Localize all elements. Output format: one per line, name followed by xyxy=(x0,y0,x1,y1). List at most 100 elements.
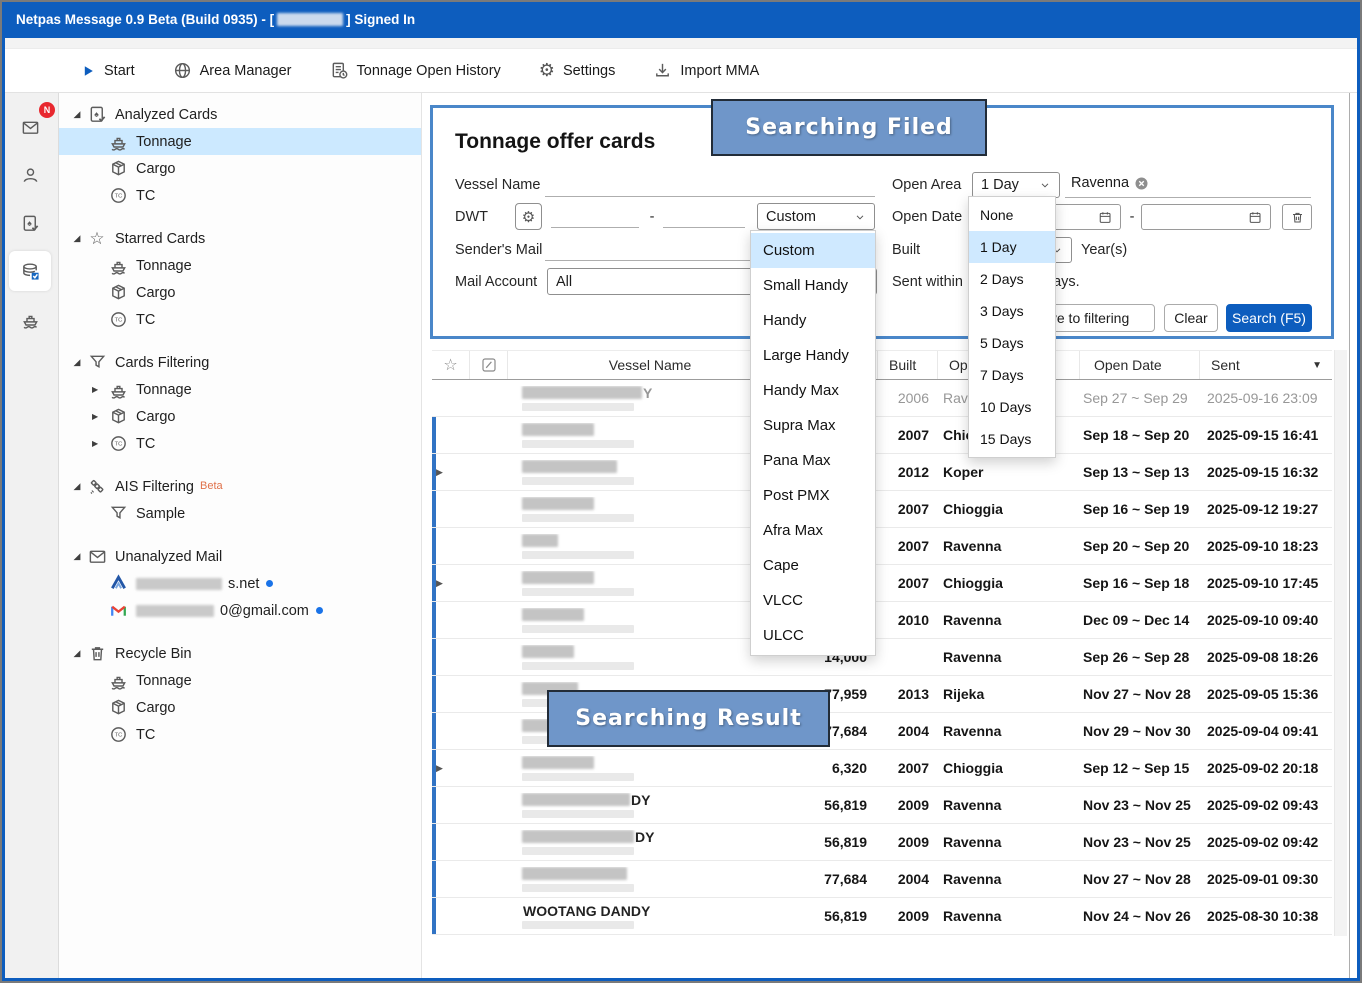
sidebar-item-cargo[interactable]: Cargo xyxy=(59,694,421,721)
rail-item-person[interactable] xyxy=(9,155,51,195)
table-row[interactable]: 2007ChioggiaSep 18 ~ Sep 202025-09-15 16… xyxy=(432,417,1332,454)
collapsed-triangle-icon[interactable]: ▶ xyxy=(89,439,106,448)
clear-button[interactable]: Clear xyxy=(1164,304,1218,332)
sidebar-item-tonnage[interactable]: Tonnage xyxy=(59,128,421,155)
vessel-size-option-handy-max[interactable]: Handy Max xyxy=(751,373,875,408)
dwt-cell: 56,819 xyxy=(792,908,877,924)
column-header-date[interactable]: Open Date xyxy=(1079,351,1199,379)
row-expand-icon[interactable]: ▶ xyxy=(432,467,469,478)
vessel-size-option-supra-max[interactable]: Supra Max xyxy=(751,408,875,443)
table-row[interactable]: 14,000RavennaSep 26 ~ Sep 282025-09-08 1… xyxy=(432,639,1332,676)
row-expand-icon[interactable]: ▶ xyxy=(432,578,469,589)
row-expand-icon[interactable]: ▶ xyxy=(432,763,469,774)
table-row[interactable]: ▶2012KoperSep 13 ~ Sep 132025-09-15 16:3… xyxy=(432,454,1332,491)
open-area-range-option-1-day[interactable]: 1 Day xyxy=(969,231,1055,263)
sidebar-group-unanalyzed-mail[interactable]: ◢Unanalyzed Mail xyxy=(59,543,421,570)
funnel-icon xyxy=(109,504,128,523)
vessel-size-select[interactable]: Custom xyxy=(757,203,875,230)
vessel-size-option-cape[interactable]: Cape xyxy=(751,548,875,583)
sidebar-group-analyzed-cards[interactable]: ◢♠Analyzed Cards xyxy=(59,101,421,128)
table-row[interactable]: DY56,8192009RavennaNov 23 ~ Nov 252025-0… xyxy=(432,824,1332,861)
sidebar-item-tc[interactable]: ▶TCTC xyxy=(59,430,421,457)
sidebar-group-ais-filtering[interactable]: ◢AIS FilteringBeta xyxy=(59,473,421,500)
sidebar-item-sample[interactable]: Sample xyxy=(59,500,421,527)
collapsed-triangle-icon[interactable]: ▶ xyxy=(89,412,106,421)
expanded-triangle-icon[interactable]: ◢ xyxy=(69,357,85,368)
sidebar-item-cargo[interactable]: Cargo xyxy=(59,279,421,306)
open-area-range-option-10-days[interactable]: 10 Days xyxy=(969,391,1055,423)
vessel-size-option-ulcc[interactable]: ULCC xyxy=(751,618,875,653)
sidebar-item-tc[interactable]: TCTC xyxy=(59,306,421,333)
dwt-max-input[interactable] xyxy=(663,203,745,228)
column-header-star[interactable]: ☆ xyxy=(432,351,469,379)
open-date-clear-button[interactable] xyxy=(1282,204,1312,230)
toolbar-tonnage-open-history[interactable]: Tonnage Open History xyxy=(330,61,501,80)
column-header-built[interactable]: Built xyxy=(877,351,937,379)
titlebar-strip xyxy=(2,38,1360,48)
sidebar-item-tonnage[interactable]: ▶Tonnage xyxy=(59,376,421,403)
open-area-range-option-15-days[interactable]: 15 Days xyxy=(969,423,1055,455)
sidebar-item-tc[interactable]: TCTC xyxy=(59,721,421,748)
dwt-settings-button[interactable]: ⚙ xyxy=(515,203,542,230)
vessel-size-option-custom[interactable]: Custom xyxy=(751,233,875,268)
vessel-size-option-pana-max[interactable]: Pana Max xyxy=(751,443,875,478)
sidebar-item-account[interactable]: s.net xyxy=(59,570,421,597)
open-date-end-input[interactable] xyxy=(1141,204,1271,230)
toolbar-settings[interactable]: ⚙Settings xyxy=(539,60,616,81)
ship-icon xyxy=(109,671,128,690)
vessel-size-option-large-handy[interactable]: Large Handy xyxy=(751,338,875,373)
open-area-range-option-3-days[interactable]: 3 Days xyxy=(969,295,1055,327)
table-row[interactable]: 2007RavennaSep 20 ~ Sep 202025-09-10 18:… xyxy=(432,528,1332,565)
sidebar-item-account[interactable]: 0@gmail.com xyxy=(59,597,421,624)
toolbar-area-manager[interactable]: Area Manager xyxy=(173,61,292,80)
table-row[interactable]: 2007ChioggiaSep 16 ~ Sep 192025-09-12 19… xyxy=(432,491,1332,528)
sidebar-group-recycle-bin[interactable]: ◢Recycle Bin xyxy=(59,640,421,667)
globe-icon xyxy=(173,61,192,80)
table-row[interactable]: 77,6842004RavennaNov 27 ~ Nov 282025-09-… xyxy=(432,861,1332,898)
open-date-cell: Nov 27 ~ Nov 28 xyxy=(1079,871,1199,887)
sidebar-item-tc[interactable]: TCTC xyxy=(59,182,421,209)
rail-item-ship[interactable] xyxy=(9,299,51,339)
open-area-range-select[interactable]: 1 Day xyxy=(972,172,1060,198)
expanded-triangle-icon[interactable]: ◢ xyxy=(69,648,85,659)
table-row[interactable]: Y2006RavennaSep 27 ~ Sep 292025-09-16 23… xyxy=(432,380,1332,417)
table-row[interactable]: WOOTANG DANDY56,8192009RavennaNov 24 ~ N… xyxy=(432,898,1332,935)
vessel-name-cell: DY xyxy=(507,830,792,855)
open-area-range-option-none[interactable]: None xyxy=(969,199,1055,231)
vessel-size-option-small-handy[interactable]: Small Handy xyxy=(751,268,875,303)
table-row[interactable]: 2010RavennaDec 09 ~ Dec 142025-09-10 09:… xyxy=(432,602,1332,639)
toolbar-start[interactable]: Start xyxy=(80,63,135,79)
vessel-name-input[interactable] xyxy=(545,172,875,197)
collapsed-triangle-icon[interactable]: ▶ xyxy=(89,385,106,394)
vessel-size-option-vlcc[interactable]: VLCC xyxy=(751,583,875,618)
table-row[interactable]: ▶6,3202007ChioggiaSep 12 ~ Sep 152025-09… xyxy=(432,750,1332,787)
expanded-triangle-icon[interactable]: ◢ xyxy=(69,481,85,492)
open-area-range-option-2-days[interactable]: 2 Days xyxy=(969,263,1055,295)
chip-close-icon[interactable] xyxy=(1134,176,1149,191)
sidebar-item-cargo[interactable]: Cargo xyxy=(59,155,421,182)
vessel-size-option-afra-max[interactable]: Afra Max xyxy=(751,513,875,548)
dwt-min-input[interactable] xyxy=(551,203,639,228)
toolbar-import-mma[interactable]: Import MMA xyxy=(653,61,759,80)
sidebar-group-starred-cards[interactable]: ◢☆Starred Cards xyxy=(59,225,421,252)
column-header-note[interactable] xyxy=(469,351,507,379)
sidebar-item-tonnage[interactable]: Tonnage xyxy=(59,252,421,279)
rail-item-mail[interactable]: N xyxy=(9,107,51,147)
vessel-size-option-handy[interactable]: Handy xyxy=(751,303,875,338)
vessel-size-option-post-pmx[interactable]: Post PMX xyxy=(751,478,875,513)
search-button[interactable]: Search (F5) xyxy=(1226,304,1312,332)
expanded-triangle-icon[interactable]: ◢ xyxy=(69,109,85,120)
sidebar-item-tonnage[interactable]: Tonnage xyxy=(59,667,421,694)
rail-item-cards[interactable]: ♠ xyxy=(9,203,51,243)
table-row[interactable]: ▶2007ChioggiaSep 16 ~ Sep 182025-09-10 1… xyxy=(432,565,1332,602)
rail-item-db[interactable] xyxy=(9,251,51,291)
open-area-range-option-7-days[interactable]: 7 Days xyxy=(969,359,1055,391)
sidebar-item-cargo[interactable]: ▶Cargo xyxy=(59,403,421,430)
expanded-triangle-icon[interactable]: ◢ xyxy=(69,233,85,244)
open-area-range-option-5-days[interactable]: 5 Days xyxy=(969,327,1055,359)
column-header-sent[interactable]: Sent▼ xyxy=(1199,351,1332,379)
expanded-triangle-icon[interactable]: ◢ xyxy=(69,551,85,562)
table-scrollbar[interactable] xyxy=(1334,350,1347,936)
sidebar-group-cards-filtering[interactable]: ◢Cards Filtering xyxy=(59,349,421,376)
table-row[interactable]: DY56,8192009RavennaNov 23 ~ Nov 252025-0… xyxy=(432,787,1332,824)
